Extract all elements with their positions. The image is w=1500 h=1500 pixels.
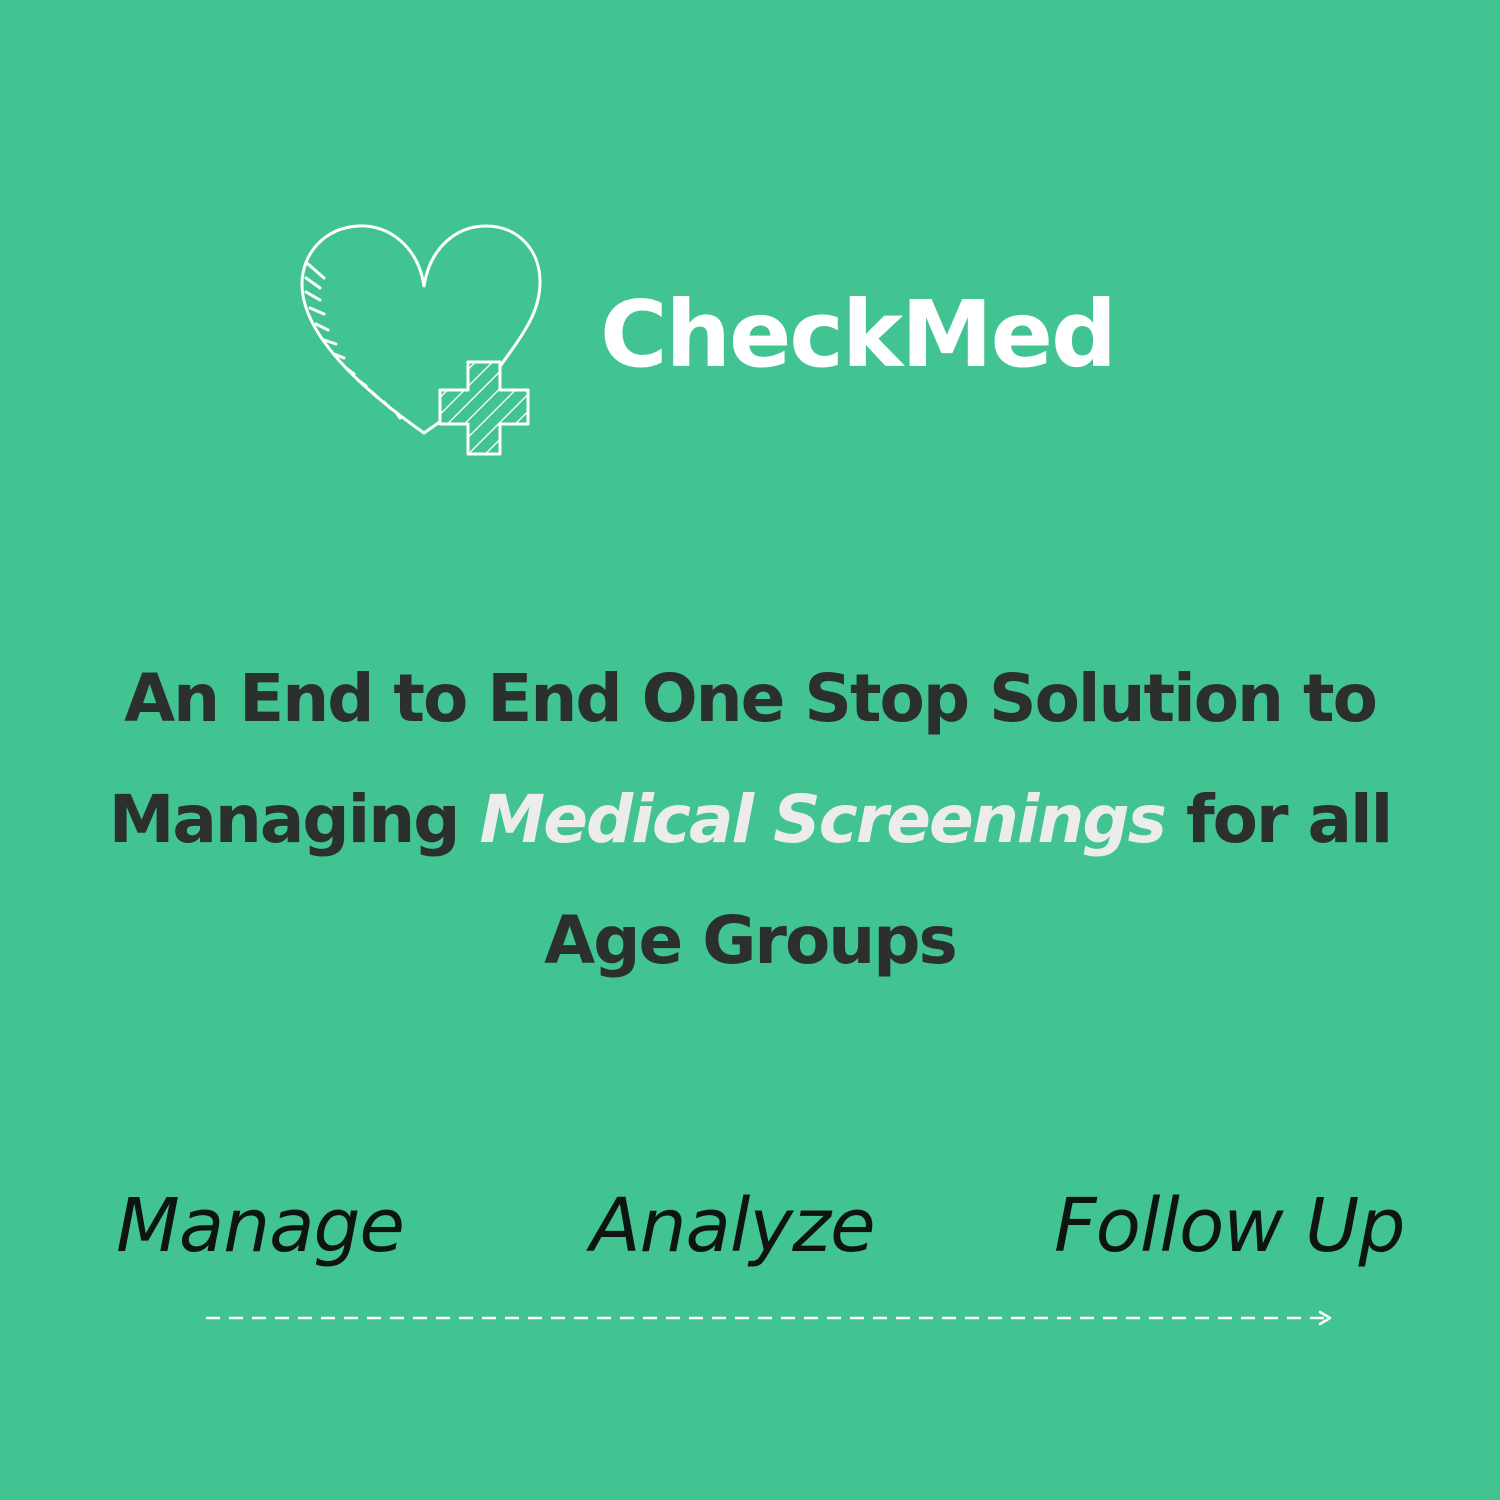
- headline-line-1: An End to End One Stop Solution to: [124, 660, 1378, 737]
- step-analyze: Analyze: [590, 1183, 876, 1269]
- dashed-arrow-right-icon: [206, 1310, 1332, 1326]
- headline-line-2: Managing Medical Screenings for all: [0, 759, 1500, 880]
- headline: An End to End One Stop Solution to Manag…: [0, 638, 1500, 1001]
- step-manage: Manage: [116, 1183, 405, 1269]
- headline-line-2-end: for all: [1185, 781, 1393, 858]
- brand-name: CheckMed: [600, 281, 1117, 388]
- heart-with-medical-cross-icon: [300, 224, 542, 456]
- step-follow-up: Follow Up: [1054, 1183, 1405, 1269]
- headline-line-2-start: Managing: [108, 781, 461, 858]
- headline-highlight: Medical Screenings: [479, 781, 1167, 858]
- headline-line-3: Age Groups: [544, 902, 958, 979]
